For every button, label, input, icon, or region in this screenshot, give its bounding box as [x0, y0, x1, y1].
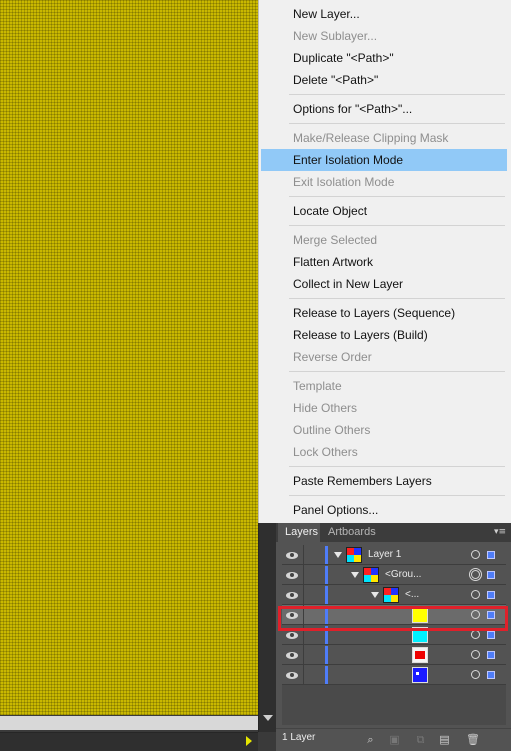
visibility-eye-icon[interactable] — [284, 668, 300, 682]
panel-menu-icon[interactable]: ▾≡ — [493, 527, 507, 537]
layer-color-bar — [325, 566, 328, 584]
lock-column[interactable] — [303, 565, 304, 585]
menu-item-lock-others[interactable]: Lock Others — [261, 441, 507, 463]
layer-color-bar — [325, 666, 328, 684]
visibility-eye-icon[interactable] — [284, 588, 300, 602]
menu-separator — [289, 495, 505, 496]
layer-thumbnail — [346, 547, 362, 563]
tab-layers[interactable]: Layers — [278, 523, 320, 542]
lock-column[interactable] — [303, 665, 304, 685]
menu-item-hide-others[interactable]: Hide Others — [261, 397, 507, 419]
menu-separator — [289, 466, 505, 467]
layer-thumbnail — [383, 587, 399, 603]
menu-separator — [289, 371, 505, 372]
lock-column[interactable] — [303, 545, 304, 565]
new-sublayer-icon[interactable]: ⧉ — [414, 733, 427, 746]
layer-thumbnail — [363, 567, 379, 583]
lock-column[interactable] — [303, 585, 304, 605]
menu-item-template[interactable]: Template — [261, 375, 507, 397]
menu-item-release-build[interactable]: Release to Layers (Build) — [261, 324, 507, 346]
expand-triangle-icon[interactable] — [371, 592, 379, 598]
menu-item-outline-others[interactable]: Outline Others — [261, 419, 507, 441]
layer-name: <... — [405, 589, 420, 600]
menu-separator — [289, 123, 505, 124]
menu-item-new-sublayer[interactable]: New Sublayer... — [261, 25, 507, 47]
layer-color-bar — [325, 586, 328, 604]
layer-color-bar — [325, 646, 328, 664]
layer-count-label: 1 Layer — [282, 732, 316, 743]
make-clipping-mask-icon[interactable]: ▣ — [388, 733, 401, 746]
canvas-bottom-edge — [0, 716, 258, 730]
layers-panel: Layers Artboards ▾≡ Layer 1 <Grou... <..… — [276, 523, 511, 751]
menu-item-exit-isolation-mode[interactable]: Exit Isolation Mode — [261, 171, 507, 193]
layer-name: <Grou... — [385, 569, 422, 580]
selection-square-icon[interactable] — [487, 651, 495, 659]
layer-color-bar — [325, 546, 328, 564]
annotation-highlight-box — [278, 606, 508, 631]
target-circle-icon[interactable] — [471, 630, 480, 639]
panel-footer: 1 Layer ⌕ ▣ ⧉ ▤ 🗑 — [276, 728, 511, 751]
locate-object-search-icon[interactable]: ⌕ — [364, 733, 377, 746]
menu-item-reverse-order[interactable]: Reverse Order — [261, 346, 507, 368]
menu-item-clipping-mask[interactable]: Make/Release Clipping Mask — [261, 127, 507, 149]
target-circle-icon[interactable] — [471, 590, 480, 599]
menu-item-flatten-artwork[interactable]: Flatten Artwork — [261, 251, 507, 273]
menu-item-panel-options[interactable]: Panel Options... — [261, 499, 507, 521]
layer-name: Layer 1 — [368, 549, 402, 560]
expand-triangle-icon[interactable] — [351, 572, 359, 578]
menu-separator — [289, 196, 505, 197]
horizontal-scrollbar[interactable] — [0, 732, 258, 751]
scroll-down-arrow-icon[interactable] — [263, 715, 273, 721]
new-layer-icon[interactable]: ▤ — [438, 733, 451, 746]
menu-item-duplicate[interactable]: Duplicate "<Path>" — [261, 47, 507, 69]
menu-separator — [289, 94, 505, 95]
menu-item-locate-object[interactable]: Locate Object — [261, 200, 507, 222]
menu-separator — [289, 298, 505, 299]
layer-row[interactable] — [282, 665, 506, 685]
target-circle-icon[interactable] — [471, 550, 480, 559]
layer-row[interactable] — [282, 645, 506, 665]
menu-item-collect-in-new-layer[interactable]: Collect in New Layer — [261, 273, 507, 295]
selection-square-icon[interactable] — [487, 551, 495, 559]
scroll-right-arrow-icon[interactable] — [246, 736, 252, 746]
target-circle-icon[interactable] — [471, 650, 480, 659]
menu-item-release-sequence[interactable]: Release to Layers (Sequence) — [261, 302, 507, 324]
selection-square-icon[interactable] — [487, 571, 495, 579]
selection-square-icon[interactable] — [487, 631, 495, 639]
selection-square-icon[interactable] — [487, 671, 495, 679]
visibility-eye-icon[interactable] — [284, 568, 300, 582]
menu-item-new-layer[interactable]: New Layer... — [261, 3, 507, 25]
delete-trash-icon[interactable]: 🗑 — [466, 733, 480, 746]
visibility-eye-icon[interactable] — [284, 648, 300, 662]
selection-square-icon[interactable] — [487, 591, 495, 599]
lock-column[interactable] — [303, 645, 304, 665]
layer-row[interactable]: <... — [282, 585, 506, 605]
artboard-canvas[interactable] — [0, 0, 258, 715]
layer-thumbnail — [412, 647, 428, 663]
layer-row[interactable]: Layer 1 — [282, 545, 506, 565]
layers-context-menu: New Layer... New Sublayer... Duplicate "… — [258, 0, 511, 523]
menu-separator — [289, 225, 505, 226]
layer-thumbnail — [412, 667, 428, 683]
layers-list: Layer 1 <Grou... <... — [282, 545, 506, 725]
menu-item-enter-isolation-mode[interactable]: Enter Isolation Mode — [261, 149, 507, 171]
target-circle-icon[interactable] — [471, 670, 480, 679]
visibility-eye-icon[interactable] — [284, 548, 300, 562]
target-circle-icon[interactable] — [469, 568, 482, 581]
tab-artboards[interactable]: Artboards — [321, 523, 383, 542]
expand-triangle-icon[interactable] — [334, 552, 342, 558]
menu-item-paste-remembers-layers[interactable]: Paste Remembers Layers — [261, 470, 507, 492]
layer-row[interactable]: <Grou... — [282, 565, 506, 585]
panel-tab-bar: Layers Artboards ▾≡ — [276, 523, 511, 542]
menu-item-options[interactable]: Options for "<Path>"... — [261, 98, 507, 120]
menu-item-merge-selected[interactable]: Merge Selected — [261, 229, 507, 251]
menu-item-delete[interactable]: Delete "<Path>" — [261, 69, 507, 91]
